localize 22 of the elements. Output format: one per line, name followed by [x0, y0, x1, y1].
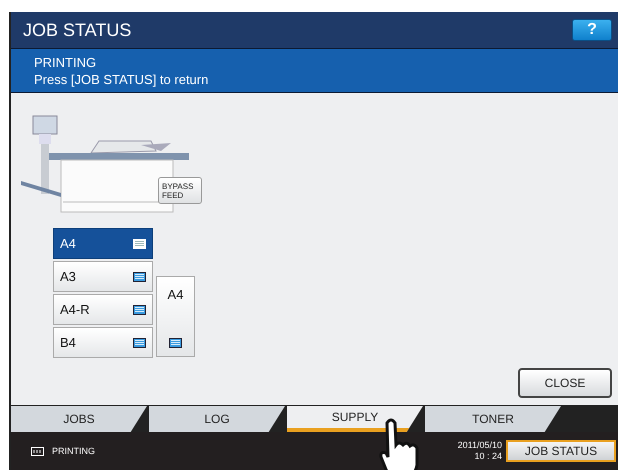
date-time: 2011/05/10 10 : 24	[458, 440, 502, 462]
paper-stack-icon	[169, 338, 182, 348]
tab[interactable]: TONER	[425, 406, 561, 432]
tab[interactable]: LOG	[149, 406, 285, 432]
side-tray-button[interactable]: A4	[156, 276, 195, 357]
hint-message: Press [JOB STATUS] to return	[34, 70, 210, 88]
bypass-feed-button[interactable]: BYPASS FEED	[158, 177, 202, 204]
status-message: PRINTING	[34, 54, 98, 70]
paper-tray-button[interactable]: A4	[53, 228, 153, 259]
window-title: JOB STATUS	[23, 20, 132, 40]
paper-stack-icon	[133, 272, 146, 282]
paper-stack-icon	[133, 238, 146, 248]
status-text: PRINTING	[52, 446, 96, 456]
paper-stack-icon	[133, 338, 146, 348]
tab[interactable]: JOBS	[11, 406, 147, 432]
paper-tray-button[interactable]: A3	[53, 261, 153, 292]
paper-stack-icon	[133, 304, 146, 314]
paper-tray-button[interactable]: A4-R	[53, 294, 153, 325]
printer-status-icon	[31, 446, 44, 456]
job-status-button[interactable]: JOB STATUS	[506, 440, 616, 462]
close-button[interactable]: CLOSE	[518, 368, 612, 398]
paper-tray-button[interactable]: B4	[53, 327, 153, 358]
